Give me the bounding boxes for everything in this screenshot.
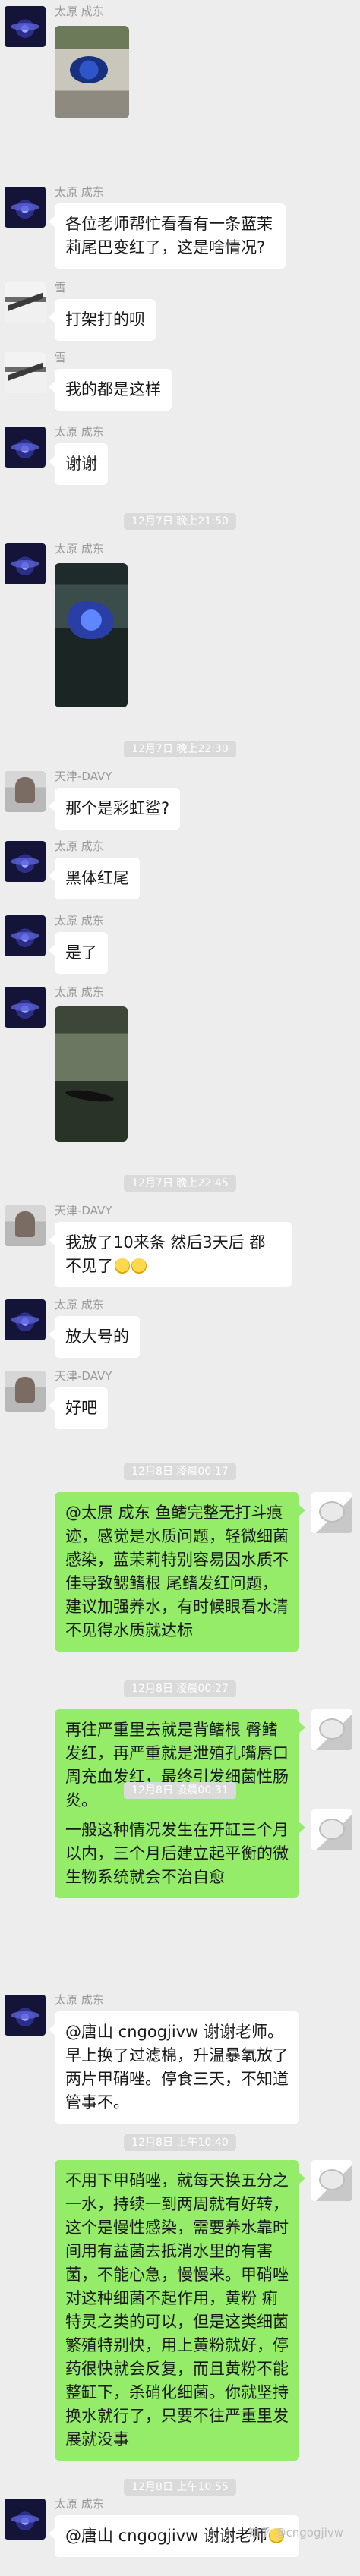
message-bubble[interactable]: 不用下甲硝唑，就每天换五分之一水，持续一到两周就有好转，这个是慢性感染，需要养水… [55, 2160, 305, 2461]
avatar[interactable] [5, 1371, 46, 1412]
sender-name: 雪 [55, 351, 67, 364]
avatar[interactable] [5, 1995, 46, 2036]
message-bubble[interactable]: 打架打的呗 [49, 299, 156, 341]
message-bubble[interactable]: 那个是彩虹鲨? [48, 788, 181, 830]
avatar[interactable] [5, 771, 46, 812]
emoji-icon [115, 1258, 130, 1274]
avatar[interactable] [5, 915, 46, 956]
message-bubble[interactable]: 黑体红尾 [49, 858, 140, 899]
message-bubble[interactable]: 谢谢 [49, 443, 108, 485]
sender-name: 雪 [55, 281, 67, 294]
timestamp: 12月7日 晚上22:30 [0, 741, 360, 757]
avatar[interactable] [311, 1709, 352, 1750]
timestamp: 12月7日 晚上21:50 [0, 513, 360, 530]
message-text: @唐山 cngogjivw 谢谢老师 [65, 2527, 267, 2545]
avatar[interactable] [5, 2499, 46, 2540]
avatar[interactable] [5, 841, 46, 882]
avatar[interactable] [311, 2160, 352, 2201]
sender-name: 太原 成东 [55, 542, 104, 556]
message-bubble[interactable]: 放大号的 [49, 1316, 140, 1358]
message-bubble[interactable]: @太原 成东 鱼鳍完整无打斗痕迹，感觉是水质问题，轻微细菌感染，蓝茉莉特别容易因… [55, 1492, 305, 1652]
message-bubble[interactable]: 一般这种情况发生在开缸三个月以内，三个月后建立起平衡的微生物系统就会不治自愈 [55, 1809, 305, 1898]
avatar[interactable] [5, 1299, 46, 1340]
message-bubble[interactable]: 各位老师帮忙看看有一条蓝茉莉尾巴变红了，这是啥情况? [49, 203, 286, 269]
sender-name: 天津-DAVY [55, 1369, 112, 1383]
message-text: 我放了10来条 然后3天后 都不见了 [65, 1233, 266, 1275]
timestamp: 12月7日 晚上22:45 [0, 1175, 360, 1192]
sender-name: 太原 成东 [55, 2497, 104, 2511]
sender-name: 太原 成东 [55, 1298, 104, 1312]
chat-history: 太原 成东 太原 成东 各位老师帮忙看看有一条蓝茉莉尾巴变红了，这是啥情况? 雪… [0, 0, 360, 2576]
avatar[interactable] [311, 1809, 352, 1850]
sender-name: 天津-DAVY [55, 1204, 112, 1217]
timestamp: 12月8日 凌晨00:17 [0, 1463, 360, 1480]
fish-photo[interactable] [55, 1006, 128, 1142]
message-bubble[interactable]: 我放了10来条 然后3天后 都不见了 [49, 1222, 292, 1287]
timestamp: 12月8日 凌晨00:27 [0, 1680, 360, 1697]
avatar[interactable] [5, 282, 46, 323]
timestamp: 12月8日 上午10:55 [0, 2479, 360, 2496]
message-bubble[interactable]: @唐山 cngogjivw 谢谢老师。早上换了过滤棉，升温暴氧放了两片甲硝唑。停… [49, 2011, 299, 2124]
sender-name: 天津-DAVY [55, 770, 112, 783]
timestamp: 12月8日 凌晨00:31 [0, 1782, 360, 1799]
sender-name: 太原 成东 [55, 839, 104, 853]
sender-name: 太原 成东 [55, 425, 104, 439]
sender-name: 太原 成东 [55, 985, 104, 999]
timestamp: 12月8日 上午10:40 [0, 2134, 360, 2151]
emoji-icon [131, 1258, 147, 1274]
avatar[interactable] [311, 1492, 352, 1533]
sender-name: 太原 成东 [55, 1993, 104, 2007]
fish-photo[interactable] [55, 26, 129, 118]
avatar[interactable] [5, 187, 46, 228]
sender-name: 太原 成东 [55, 185, 104, 199]
avatar[interactable] [5, 987, 46, 1028]
message-bubble[interactable]: 好吧 [49, 1387, 108, 1429]
avatar[interactable] [5, 543, 46, 584]
avatar[interactable] [5, 1205, 46, 1246]
message-bubble[interactable]: 再往严重里去就是背鳍根 臀鳍发红，再严重就是泄殖孔嘴唇口周充血发红，最终引发细菌… [55, 1709, 305, 1822]
watermark: 知乎 @cngogjivw [248, 2526, 343, 2540]
avatar[interactable] [5, 352, 46, 393]
message-bubble[interactable]: 是了 [49, 932, 108, 974]
fish-photo[interactable] [55, 563, 128, 707]
avatar[interactable] [5, 6, 46, 47]
avatar[interactable] [5, 427, 46, 468]
sender-name: 太原 成东 [55, 5, 104, 18]
message-bubble[interactable]: 我的都是这样 [49, 369, 172, 411]
sender-name: 太原 成东 [55, 914, 104, 927]
